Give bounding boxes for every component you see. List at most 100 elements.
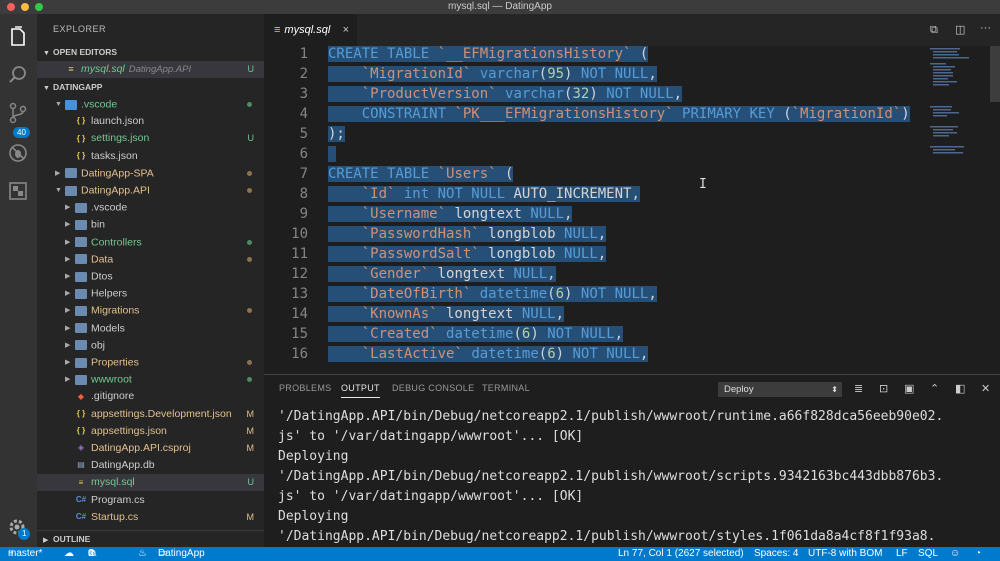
tree-item[interactable]: { } appsettings.json M: [37, 423, 264, 440]
tree-item[interactable]: ▶ Migrations: [37, 302, 264, 319]
editor-scrollbar[interactable]: [990, 46, 1000, 102]
status-dot: [247, 256, 252, 262]
tree-item[interactable]: { } settings.json U: [37, 130, 264, 147]
sync-icon[interactable]: ☁: [64, 547, 74, 561]
tree-item[interactable]: { } appsettings.Development.json M: [37, 406, 264, 423]
code-editor[interactable]: 1 2 3 4 5 6 7 8 9 10 11 12 13 14 15 16 CREATE TABLE `__…: [264, 46, 1000, 374]
json-file-icon: { }: [76, 116, 86, 126]
tree-item[interactable]: ▶ obj: [37, 337, 264, 354]
open-editor-item[interactable]: ≡ mysql.sql DatingApp.API U: [37, 61, 264, 78]
tree-item-label: tasks.json: [91, 149, 138, 162]
extensions-icon[interactable]: [7, 180, 29, 202]
folder-icon: [75, 202, 87, 213]
editor-tabs: ≡ mysql.sql × ⧉ ◫ ···: [264, 14, 1000, 46]
split-editor-icon[interactable]: ◫: [955, 24, 965, 36]
tree-item[interactable]: ▶ wwwroot: [37, 371, 264, 388]
tree-item[interactable]: ▶ DatingApp-SPA: [37, 165, 264, 182]
tab-mysql-sql[interactable]: ≡ mysql.sql ×: [264, 14, 357, 46]
tree-item[interactable]: ▶ bin: [37, 216, 264, 233]
lock-scroll-icon[interactable]: ⊡: [879, 383, 888, 395]
chevron-down-icon: ▼: [43, 50, 50, 57]
close-tab-icon[interactable]: ×: [343, 14, 349, 46]
tree-item[interactable]: ◆ .gitignore: [37, 388, 264, 405]
language-mode[interactable]: SQL: [918, 547, 938, 561]
more-actions-icon[interactable]: ···: [980, 22, 991, 34]
tree-item-label: settings.json: [91, 132, 150, 145]
indentation-setting[interactable]: Spaces: 4: [754, 547, 798, 561]
tree-item[interactable]: ▶ Properties: [37, 354, 264, 371]
tree-item[interactable]: ▶ Helpers: [37, 285, 264, 302]
tree-item[interactable]: ≡ mysql.sql U: [37, 474, 264, 492]
tree-item[interactable]: { } tasks.json: [37, 148, 264, 165]
tree-item-label: .gitignore: [91, 390, 135, 403]
notifications-icon[interactable]: ◔: [975, 547, 981, 561]
tree-item[interactable]: ▼ .vscode: [37, 96, 264, 113]
status-dot: [247, 102, 252, 107]
code-line: `LastActive` datetime(6) NOT NULL,: [328, 346, 649, 362]
tree-item[interactable]: { } launch.json: [37, 113, 264, 130]
outline-header[interactable]: ▶ OUTLINE: [37, 530, 264, 546]
git-status-badge: M: [246, 408, 255, 419]
status-dot: [247, 360, 252, 365]
line-number: 13: [291, 286, 308, 302]
json-file-icon: { }: [76, 426, 86, 436]
tree-item[interactable]: C# Program.cs: [37, 492, 264, 509]
folder-icon: [75, 305, 87, 316]
explorer-icon[interactable]: [7, 26, 29, 48]
clear-output-icon[interactable]: ≣: [854, 383, 863, 395]
tree-item[interactable]: ▶ Controllers: [37, 234, 264, 251]
code-line: `Created` datetime(6) NOT NULL,: [328, 326, 624, 342]
tree-item-label: Startup.cs: [91, 510, 139, 523]
tree-item[interactable]: ▶ Models: [37, 320, 264, 337]
toggle-panel-layout-icon[interactable]: ◧: [955, 383, 965, 395]
open-editors-header[interactable]: ▼ OPEN EDITORS: [37, 44, 264, 60]
tree-item[interactable]: ▶ .vscode: [37, 199, 264, 216]
git-status-badge: M: [246, 511, 255, 522]
minimap[interactable]: [928, 46, 990, 166]
tree-item[interactable]: ◈ DatingApp.API.csproj M: [37, 440, 264, 457]
tree-item-label: DatingApp.db: [91, 459, 155, 472]
tree-item[interactable]: ▶ Data: [37, 251, 264, 268]
tree-item-label: Properties: [91, 356, 139, 369]
tab-debug-console[interactable]: DEBUG CONSOLE: [392, 383, 474, 393]
tree-item[interactable]: ▶ Dtos: [37, 268, 264, 285]
line-number: 15: [291, 326, 308, 342]
maximize-panel-icon[interactable]: ⌃: [930, 383, 939, 395]
minimize-window-button[interactable]: [21, 3, 29, 11]
database-file-icon: ≡: [78, 477, 84, 487]
tab-problems[interactable]: PROBLEMS: [279, 383, 331, 393]
tab-output[interactable]: OUTPUT: [341, 383, 380, 398]
tree-item-label: .vscode: [91, 201, 128, 214]
feedback-icon[interactable]: ☺: [950, 547, 960, 561]
select-arrow-icon: ⬍: [831, 385, 838, 394]
flame-icon[interactable]: ♨: [138, 547, 147, 561]
close-window-button[interactable]: [7, 3, 15, 11]
project-header[interactable]: ▼ DATINGAPP: [37, 79, 264, 95]
status-dot: [247, 188, 252, 193]
output-channel-select[interactable]: Deploy ⬍: [718, 382, 842, 397]
maximize-window-button[interactable]: [35, 3, 43, 11]
encoding-setting[interactable]: UTF-8 with BOM: [808, 547, 882, 561]
eol-setting[interactable]: LF: [896, 547, 908, 561]
code-line: `Username` longtext NULL,: [328, 206, 573, 222]
tree-item-label: appsettings.json: [91, 424, 167, 437]
tree-item-label: Program.cs: [91, 493, 145, 506]
cursor-position[interactable]: Ln 77, Col 1 (2627 selected): [618, 547, 744, 561]
tree-item-label: bin: [91, 218, 106, 231]
tree-item[interactable]: ▼ DatingApp.API: [37, 182, 264, 199]
search-icon[interactable]: [7, 64, 29, 86]
line-number: 8: [299, 186, 308, 202]
open-changes-icon[interactable]: ⧉: [930, 24, 938, 36]
line-number: 14: [291, 306, 308, 322]
status-dot: [247, 170, 252, 176]
tree-item[interactable]: C# Startup.cs M: [37, 509, 264, 526]
debug-icon[interactable]: [7, 142, 29, 164]
git-status-badge: M: [246, 443, 255, 453]
tree-item[interactable]: ▤ DatingApp.db: [37, 457, 264, 474]
tab-terminal[interactable]: TERMINAL: [482, 383, 530, 393]
close-panel-icon[interactable]: ✕: [981, 383, 990, 395]
csharp-file-icon: C#: [75, 494, 87, 504]
open-log-icon[interactable]: ▣: [904, 383, 914, 395]
output-line: '/DatingApp.API/bin/Debug/netcoreapp2.1/…: [278, 529, 936, 544]
source-control-icon[interactable]: [7, 102, 29, 124]
